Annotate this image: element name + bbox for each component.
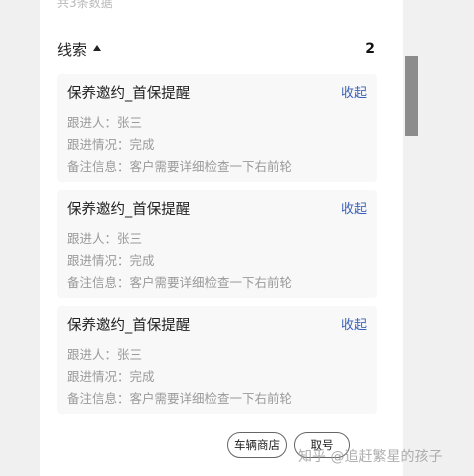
note-label: 备注信息： — [67, 275, 130, 290]
section-header[interactable]: 线索 2 — [57, 38, 375, 60]
status-row: 跟进情况：完成 — [67, 250, 155, 269]
note-value: 客户需要详细检查一下右前轮 — [129, 159, 293, 174]
lead-card: 保养邀约_首保提醒 收起 跟进人：张三 跟进情况：完成 备注信息：客户需要详细检… — [57, 74, 377, 182]
follower-row: 跟进人：张三 — [67, 344, 142, 363]
follower-value: 张三 — [117, 231, 143, 246]
note-row: 备注信息：客户需要详细检查一下右前轮 — [67, 388, 292, 407]
follower-label: 跟进人： — [67, 115, 118, 130]
follower-label: 跟进人： — [67, 231, 118, 246]
note-row: 备注信息：客户需要详细检查一下右前轮 — [67, 272, 292, 291]
status-value: 完成 — [129, 137, 155, 152]
note-value: 客户需要详细检查一下右前轮 — [129, 391, 293, 406]
follower-row: 跟进人：张三 — [67, 112, 142, 131]
total-count-text: 共3条数据 — [57, 0, 113, 10]
lead-panel: 共3条数据 线索 2 保养邀约_首保提醒 收起 跟进人：张三 跟进情况：完成 备… — [40, 0, 403, 476]
follower-value: 张三 — [117, 115, 143, 130]
note-value: 客户需要详细检查一下右前轮 — [129, 275, 293, 290]
collapse-link[interactable]: 收起 — [341, 82, 367, 101]
note-label: 备注信息： — [67, 159, 130, 174]
status-row: 跟进情况：完成 — [67, 366, 155, 385]
status-value: 完成 — [129, 369, 155, 384]
section-count: 2 — [365, 41, 375, 57]
collapse-link[interactable]: 收起 — [341, 314, 367, 333]
scrollbar-thumb[interactable] — [405, 56, 418, 136]
note-label: 备注信息： — [67, 391, 130, 406]
lead-card-list: 保养邀约_首保提醒 收起 跟进人：张三 跟进情况：完成 备注信息：客户需要详细检… — [57, 74, 377, 422]
status-label: 跟进情况： — [67, 369, 130, 384]
collapse-link[interactable]: 收起 — [341, 198, 367, 217]
lead-card: 保养邀约_首保提醒 收起 跟进人：张三 跟进情况：完成 备注信息：客户需要详细检… — [57, 306, 377, 414]
watermark-text: 知乎 @追赶繁星的孩子 — [298, 449, 443, 465]
status-label: 跟进情况： — [67, 137, 130, 152]
note-row: 备注信息：客户需要详细检查一下右前轮 — [67, 156, 292, 175]
vehicle-shop-button[interactable]: 车辆商店 — [227, 432, 287, 458]
card-title: 保养邀约_首保提醒 — [67, 86, 191, 102]
follower-row: 跟进人：张三 — [67, 228, 142, 247]
status-row: 跟进情况：完成 — [67, 134, 155, 153]
card-title: 保养邀约_首保提醒 — [67, 318, 191, 334]
card-title: 保养邀约_首保提醒 — [67, 202, 191, 218]
follower-label: 跟进人： — [67, 347, 118, 362]
section-title[interactable]: 线索 — [57, 39, 102, 60]
section-title-label: 线索 — [57, 40, 88, 59]
caret-up-icon[interactable] — [93, 45, 102, 51]
lead-card: 保养邀约_首保提醒 收起 跟进人：张三 跟进情况：完成 备注信息：客户需要详细检… — [57, 190, 377, 298]
status-label: 跟进情况： — [67, 253, 130, 268]
status-value: 完成 — [129, 253, 155, 268]
follower-value: 张三 — [117, 347, 143, 362]
